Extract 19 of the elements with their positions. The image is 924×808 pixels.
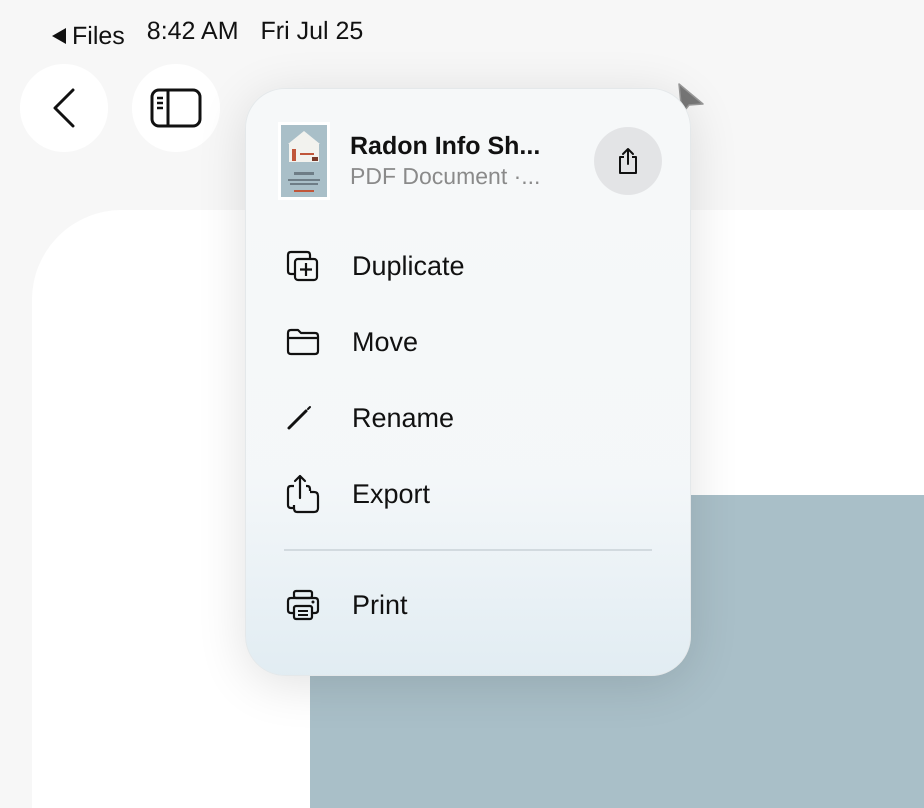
pencil-icon (286, 405, 312, 431)
chevron-left-icon (51, 88, 77, 128)
menu-item[interactable]: Export (278, 456, 660, 532)
back-triangle-icon (52, 28, 66, 44)
status-date: Fri Jul 25 (260, 17, 364, 47)
menu-item[interactable]: Move (278, 304, 660, 380)
status-time: 8:42 AM (146, 17, 239, 47)
menu-item[interactable]: Duplicate (278, 228, 660, 304)
menu-item[interactable]: Print (278, 567, 660, 643)
duplicate-icon (286, 250, 320, 282)
file-subtitle: PDF Document ·... (350, 162, 542, 192)
sidebar-icon (150, 88, 202, 128)
folder-icon (286, 328, 320, 356)
share-icon (617, 147, 639, 175)
export-icon (286, 474, 320, 514)
menu-item[interactable]: Rename (278, 380, 660, 456)
file-title: Radon Info Sh... (350, 130, 542, 162)
back-to-app-link[interactable]: Files (52, 17, 125, 55)
printer-icon (286, 589, 320, 621)
